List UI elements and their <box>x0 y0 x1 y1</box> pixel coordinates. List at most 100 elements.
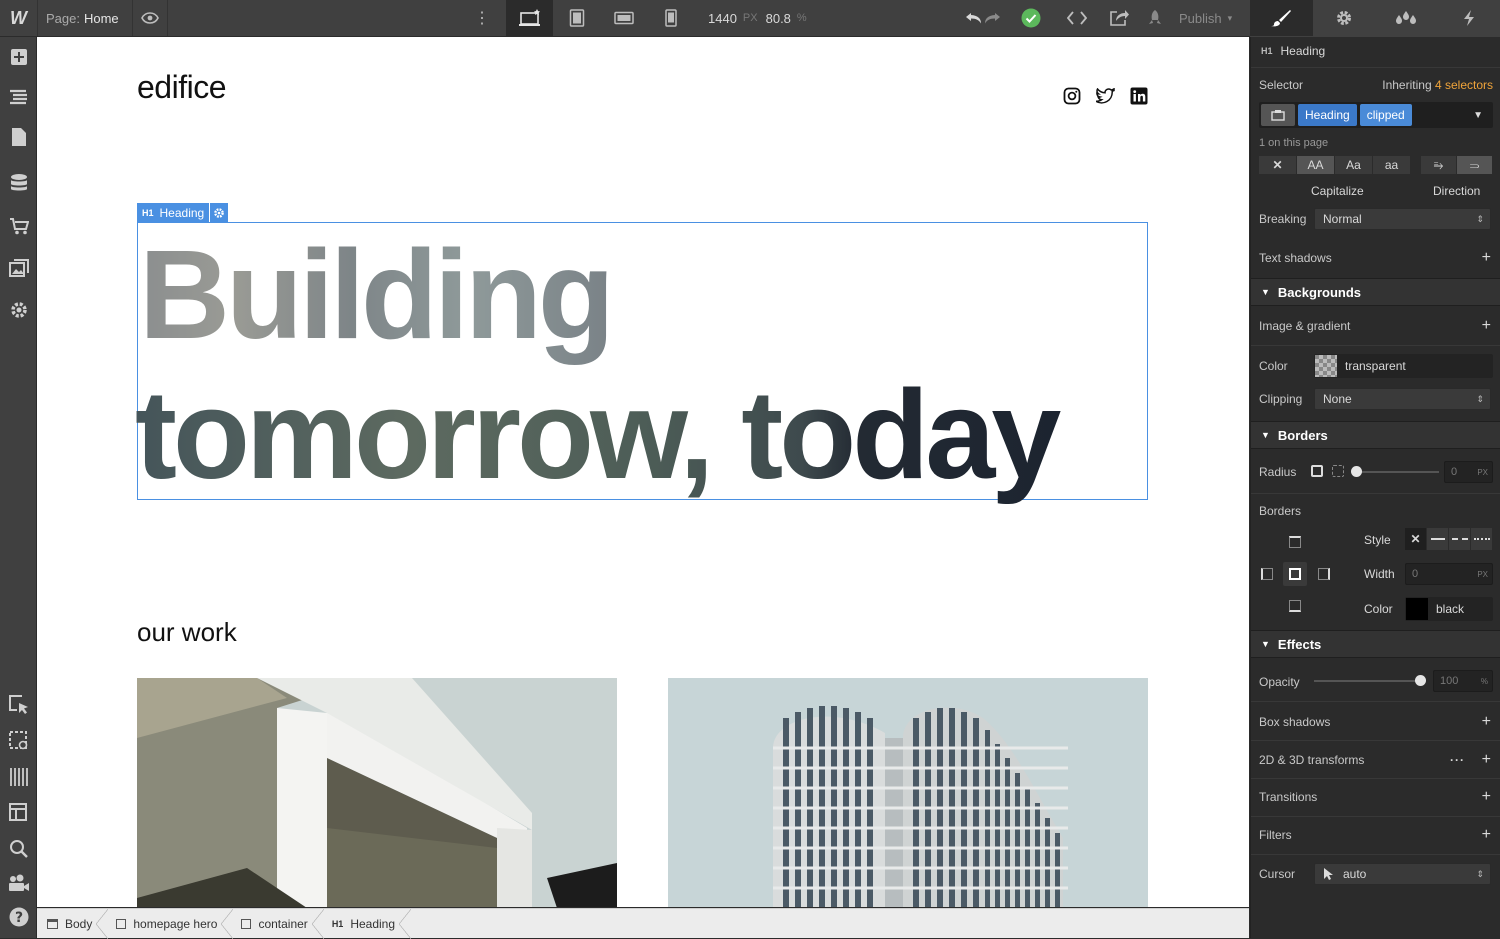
image-gradient-row: Image & gradient + <box>1251 318 1500 334</box>
tab-settings-gear-icon[interactable] <box>1313 0 1376 36</box>
transparent-swatch-icon <box>1315 355 1337 377</box>
border-bottom-icon[interactable] <box>1289 600 1301 612</box>
twitter-icon[interactable] <box>1096 88 1115 107</box>
element-settings-gear-icon[interactable] <box>210 203 228 222</box>
selector-tag-heading[interactable]: Heading <box>1298 104 1357 126</box>
border-right-icon[interactable] <box>1318 568 1330 580</box>
opacity-slider-track[interactable] <box>1314 680 1420 682</box>
preview-eye-icon[interactable] <box>133 0 167 36</box>
transforms-more-icon[interactable]: ··· <box>1450 753 1465 767</box>
add-panel-plus-icon[interactable] <box>0 39 37 75</box>
bg-color-field[interactable]: transparent <box>1314 354 1493 378</box>
guides-layout-icon[interactable] <box>0 795 37 831</box>
tab-interactions-bolt-icon[interactable] <box>1438 0 1500 36</box>
cms-database-icon[interactable] <box>0 165 37 201</box>
selector-dropdown-arrow-icon[interactable]: ▼ <box>1473 110 1483 121</box>
backgrounds-section-header[interactable]: ▼ Backgrounds <box>1251 278 1500 306</box>
direction-rtl-icon[interactable]: ⥰ <box>1457 156 1493 174</box>
add-filter-plus-icon[interactable]: + <box>1482 827 1491 843</box>
border-color-field[interactable]: black <box>1405 597 1493 621</box>
share-icon[interactable] <box>1102 0 1136 36</box>
capitalize-title-icon[interactable]: Aa <box>1335 156 1373 174</box>
add-text-shadow-plus-icon[interactable]: + <box>1482 250 1491 266</box>
border-width-unit: PX <box>1477 570 1488 579</box>
opacity-slider-thumb[interactable] <box>1415 675 1426 686</box>
show-edges-icon[interactable] <box>0 723 37 759</box>
selected-element-badge[interactable]: H1 Heading <box>137 203 228 222</box>
tab-interactions-drops-icon[interactable] <box>1375 0 1438 36</box>
selector-tag-clipped[interactable]: clipped <box>1360 104 1412 126</box>
linkedin-icon[interactable] <box>1130 87 1148 108</box>
radius-value: 0 <box>1451 466 1457 478</box>
webflow-logo[interactable]: W <box>0 0 37 36</box>
radius-individual-icon[interactable] <box>1332 465 1344 477</box>
selector-style-icon[interactable] <box>1261 104 1295 126</box>
selector-field[interactable]: Heading clipped ▼ <box>1259 102 1493 128</box>
more-options-icon[interactable]: ⋮ <box>470 0 494 36</box>
border-style-dashed-icon[interactable] <box>1449 528 1471 550</box>
rocket-icon <box>1145 9 1165 27</box>
tab-style-brush-icon[interactable] <box>1250 0 1313 36</box>
assets-images-icon[interactable] <box>0 250 37 286</box>
radius-slider-track[interactable] <box>1353 471 1439 473</box>
border-style-segmented: ✕ <box>1405 528 1493 550</box>
project-settings-gear-icon[interactable] <box>0 292 37 328</box>
border-style-none-x-icon[interactable]: ✕ <box>1405 528 1427 550</box>
clipping-select[interactable]: None ⇕ <box>1314 388 1491 410</box>
breadcrumb-heading[interactable]: H1 Heading <box>318 909 405 939</box>
select-element-cursor-icon[interactable] <box>0 687 37 723</box>
capitalize-lower-icon[interactable]: aa <box>1373 156 1411 174</box>
save-status-check-icon <box>1014 0 1048 36</box>
add-transition-plus-icon[interactable]: + <box>1482 789 1491 805</box>
desktop-breakpoint-icon[interactable] <box>506 0 553 36</box>
element-name: Heading <box>1281 44 1326 58</box>
publish-button[interactable]: Publish ▾ <box>1145 0 1245 36</box>
add-box-shadow-plus-icon[interactable]: + <box>1482 714 1491 730</box>
breadcrumb-body[interactable]: Body <box>37 909 102 939</box>
work-image-1[interactable] <box>137 678 617 907</box>
help-question-icon[interactable]: ? <box>0 899 37 935</box>
page-selector[interactable]: Page: Home <box>46 0 126 36</box>
tablet-breakpoint-icon[interactable] <box>553 0 600 36</box>
direction-ltr-icon[interactable]: ⥱ <box>1421 156 1457 174</box>
ecommerce-cart-icon[interactable] <box>0 208 37 244</box>
borders-section-header[interactable]: ▼ Borders <box>1251 421 1500 449</box>
cursor-select[interactable]: auto ⇕ <box>1314 863 1491 885</box>
work-image-2[interactable] <box>668 678 1148 907</box>
mobile-portrait-icon[interactable] <box>647 0 694 36</box>
border-style-solid-icon[interactable] <box>1427 528 1449 550</box>
navigator-icon[interactable] <box>0 79 37 115</box>
effects-section-header[interactable]: ▼ Effects <box>1251 630 1500 658</box>
add-transform-plus-icon[interactable]: + <box>1482 752 1491 768</box>
border-width-input[interactable]: 0 PX <box>1405 563 1493 585</box>
search-icon[interactable] <box>0 831 37 867</box>
add-image-gradient-plus-icon[interactable]: + <box>1482 318 1491 334</box>
x-ray-grid-icon[interactable] <box>0 759 37 795</box>
border-top-icon[interactable] <box>1289 536 1301 548</box>
instagram-icon[interactable] <box>1063 87 1081 108</box>
hero-heading[interactable]: Building tomorrow, today <box>137 223 1137 501</box>
capitalize-none-x-icon[interactable]: ✕ <box>1259 156 1297 174</box>
border-left-icon[interactable] <box>1261 568 1273 580</box>
border-style-dotted-icon[interactable] <box>1471 528 1493 550</box>
inheriting-info[interactable]: Inheriting 4 selectors <box>1382 78 1493 92</box>
site-logo[interactable]: edifice <box>137 69 226 106</box>
radius-slider-thumb[interactable] <box>1351 466 1362 477</box>
pages-icon[interactable] <box>0 119 37 155</box>
undo-redo-icon[interactable] <box>960 0 1006 36</box>
section-title[interactable]: our work <box>137 617 237 648</box>
radius-input[interactable]: 0 PX <box>1444 461 1493 483</box>
capitalize-upper-icon[interactable]: AA <box>1297 156 1335 174</box>
design-canvas[interactable]: edifice H1 Heading <box>37 37 1249 907</box>
breadcrumb-label: Heading <box>350 917 395 931</box>
breadcrumb-container[interactable]: container <box>227 909 317 939</box>
opacity-input[interactable]: 100 % <box>1433 670 1493 692</box>
mobile-landscape-icon[interactable] <box>600 0 647 36</box>
video-tutorials-icon[interactable] <box>0 865 37 901</box>
radius-all-icon[interactable] <box>1311 465 1323 477</box>
breadcrumb-homepage-hero[interactable]: homepage hero <box>102 909 227 939</box>
breaking-select[interactable]: Normal ⇕ <box>1314 208 1491 230</box>
border-width-label: Width <box>1364 567 1395 581</box>
code-export-icon[interactable] <box>1060 0 1094 36</box>
badge-label: Heading <box>160 206 205 220</box>
